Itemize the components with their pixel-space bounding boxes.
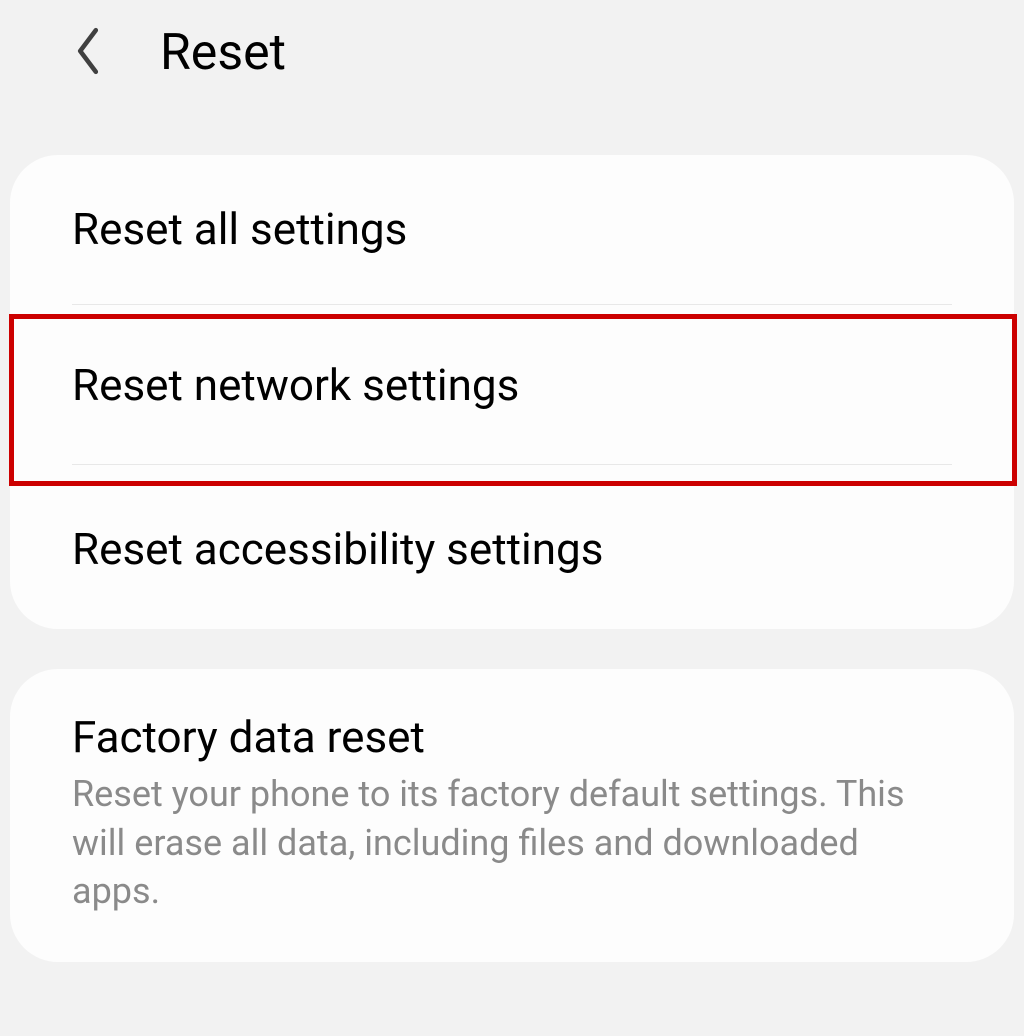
page-title: Reset xyxy=(160,24,286,82)
reset-all-settings-item[interactable]: Reset all settings xyxy=(10,155,1014,304)
list-item-description: Reset your phone to its factory default … xyxy=(72,770,952,916)
list-item-label: Reset accessibility settings xyxy=(72,523,952,576)
list-item-label: Factory data reset xyxy=(72,711,952,764)
back-button[interactable] xyxy=(68,33,108,73)
chevron-left-icon xyxy=(72,25,104,81)
reset-network-settings-item[interactable]: Reset network settings xyxy=(10,305,1014,464)
factory-reset-group: Factory data reset Reset your phone to i… xyxy=(10,669,1014,962)
list-item-label: Reset network settings xyxy=(72,359,952,412)
reset-accessibility-settings-item[interactable]: Reset accessibility settings xyxy=(10,465,1014,630)
list-item-label: Reset all settings xyxy=(72,203,952,256)
factory-data-reset-item[interactable]: Factory data reset Reset your phone to i… xyxy=(10,669,1014,962)
reset-options-group: Reset all settings Reset network setting… xyxy=(10,155,1014,629)
header: Reset xyxy=(0,0,1024,105)
